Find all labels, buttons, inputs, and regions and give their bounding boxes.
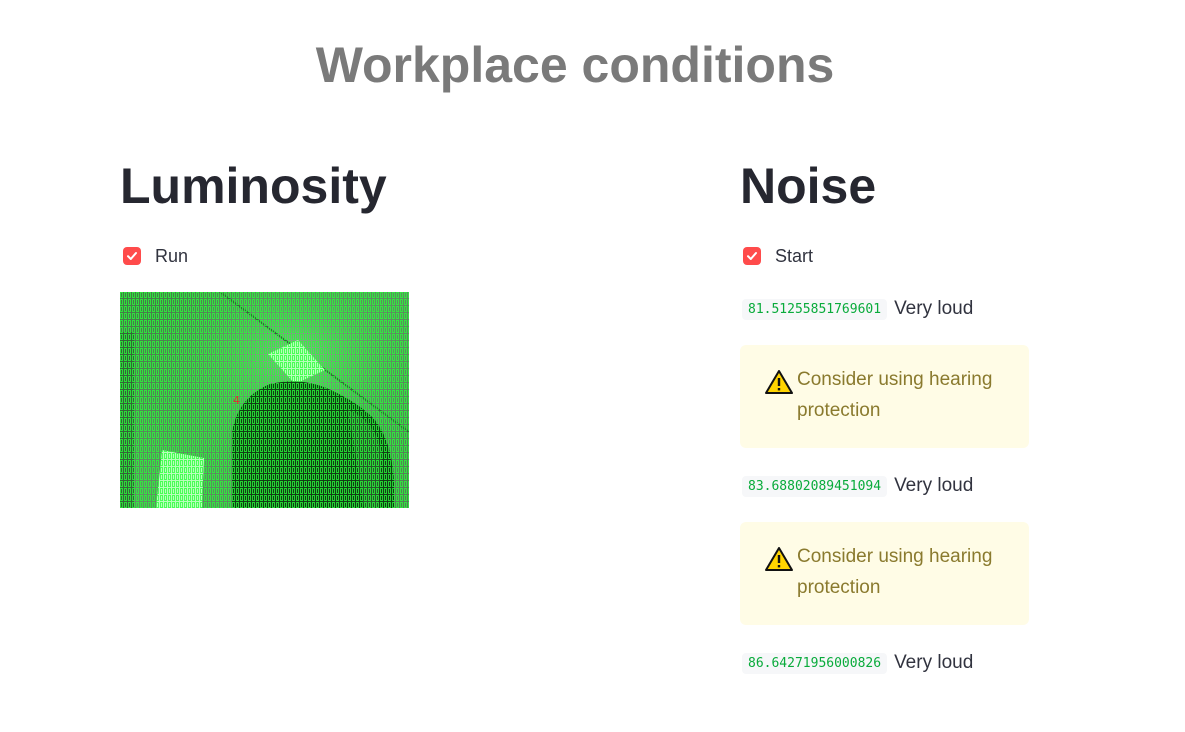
noise-reading: 81.51255851769601 Very loud: [740, 295, 1140, 323]
luminosity-heading: Luminosity: [120, 158, 387, 214]
start-checkbox[interactable]: Start: [740, 244, 1140, 268]
noise-reading: 86.64271956000826 Very loud: [740, 649, 1140, 677]
start-checkbox-label: Start: [775, 245, 814, 266]
warning-icon: [765, 547, 793, 571]
noise-reading: 83.68802089451094 Very loud: [740, 472, 1140, 500]
noise-status: Very loud: [894, 475, 974, 496]
checkbox-checked-icon[interactable]: [743, 247, 761, 265]
hearing-warning-alert: Consider using hearing protection: [740, 345, 1029, 448]
checkbox-checked-icon[interactable]: [123, 247, 141, 265]
warning-text: Consider using hearing protection: [797, 546, 993, 598]
page-title: Workplace conditions: [315, 37, 835, 93]
camera-feed-image: 4: [120, 292, 409, 508]
run-checkbox-label: Run: [155, 245, 189, 266]
warning-icon: [765, 370, 793, 394]
warning-text: Consider using hearing protection: [797, 369, 993, 421]
noise-value: 81.51255851769601: [742, 298, 888, 320]
noise-value: 86.64271956000826: [742, 652, 888, 674]
page: Workplace conditions Luminosity Run 4 No…: [0, 0, 1185, 732]
noise-status: Very loud: [894, 652, 974, 673]
noise-heading: Noise: [740, 158, 877, 214]
noise-section: Noise Start 81.51255851769601 Very loud …: [740, 150, 1140, 677]
noise-value: 83.68802089451094: [742, 475, 888, 497]
noise-status: Very loud: [894, 298, 974, 319]
hearing-warning-alert: Consider using hearing protection: [740, 522, 1029, 625]
camera-overlay-marker: 4: [233, 394, 240, 407]
run-checkbox[interactable]: Run: [120, 244, 680, 268]
luminosity-section: Luminosity Run 4: [120, 150, 680, 508]
